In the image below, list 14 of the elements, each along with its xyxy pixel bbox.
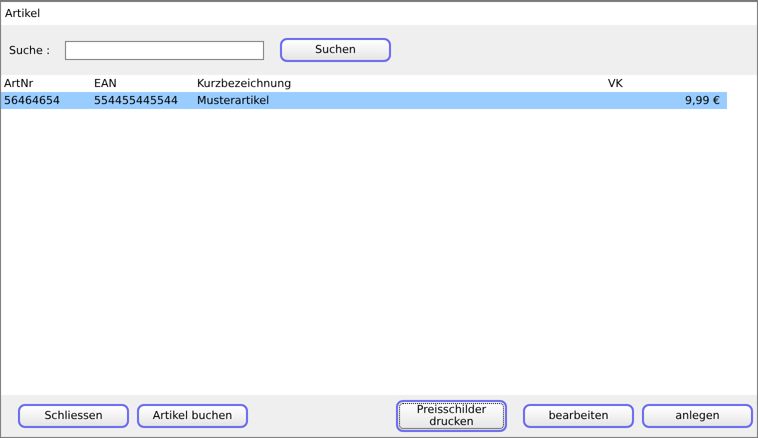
action-button[interactable]: anlegen: [642, 404, 753, 428]
column-header: VK: [607, 76, 624, 92]
window-title: Artikel: [5, 7, 40, 20]
action-button[interactable]: Preisschilder drucken: [396, 400, 507, 432]
action-button[interactable]: bearbeiten: [523, 404, 634, 428]
column-header: ArtNr: [3, 76, 34, 92]
action-button[interactable]: Schliessen: [18, 404, 129, 428]
table-row[interactable]: 56464654 554455445544 Musterartikel 9,99 €: [1, 92, 727, 109]
action-button[interactable]: Artikel buchen: [137, 404, 248, 428]
column-header: Kurzbezeichnung: [196, 76, 292, 92]
column-header: EAN: [93, 76, 118, 92]
search-button[interactable]: Suchen: [280, 38, 391, 62]
search-label: Suche :: [9, 44, 51, 56]
search-field[interactable]: [65, 40, 264, 60]
